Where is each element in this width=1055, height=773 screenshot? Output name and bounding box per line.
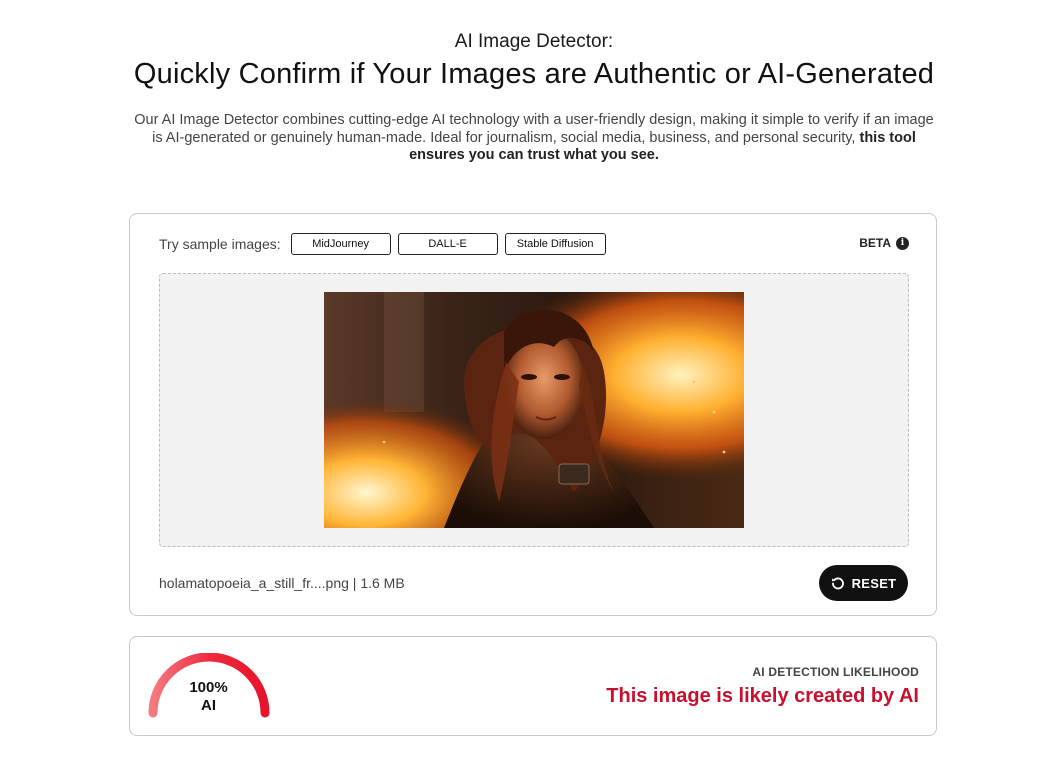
sample-images-label: Try sample images: (159, 236, 281, 252)
intro-paragraph: Our AI Image Detector combines cutting-e… (130, 112, 938, 165)
sample-images-row: Try sample images: MidJourney DALL-E Sta… (159, 233, 613, 255)
page-title: Quickly Confirm if Your Images are Authe… (133, 58, 935, 90)
reset-button[interactable]: RESET (819, 565, 908, 601)
verdict-text: This image is likely created by AI (606, 685, 919, 707)
reset-icon (831, 576, 845, 590)
likelihood-label: AI DETECTION LIKELIHOOD (752, 665, 919, 679)
sample-dalle-button[interactable]: DALL-E (397, 233, 498, 255)
result-card: 100% AI AI DETECTION LIKELIHOOD This ima… (129, 636, 937, 736)
file-info: holamatopoeia_a_still_fr....png | 1.6 MB (159, 575, 405, 591)
gauge-readout: 100% AI (147, 679, 270, 715)
beta-badge: BETA i (859, 236, 909, 250)
reset-label: RESET (851, 575, 897, 591)
page: AI Image Detector: Quickly Confirm if Yo… (0, 0, 1055, 773)
page-subtitle: AI Image Detector: (454, 31, 614, 52)
upload-card: Try sample images: MidJourney DALL-E Sta… (129, 213, 937, 616)
info-icon[interactable]: i (896, 236, 909, 250)
uploaded-image-preview (324, 292, 744, 528)
preview-image (324, 292, 744, 528)
image-dropzone[interactable] (159, 273, 909, 547)
sample-midjourney-button[interactable]: MidJourney (290, 233, 391, 255)
beta-label: BETA (859, 236, 891, 250)
gauge-value: 100% (189, 679, 228, 696)
gauge-unit: AI (201, 697, 216, 714)
intro-text: Our AI Image Detector combines cutting-e… (134, 112, 934, 146)
sample-stable-diffusion-button[interactable]: Stable Diffusion (504, 233, 606, 255)
